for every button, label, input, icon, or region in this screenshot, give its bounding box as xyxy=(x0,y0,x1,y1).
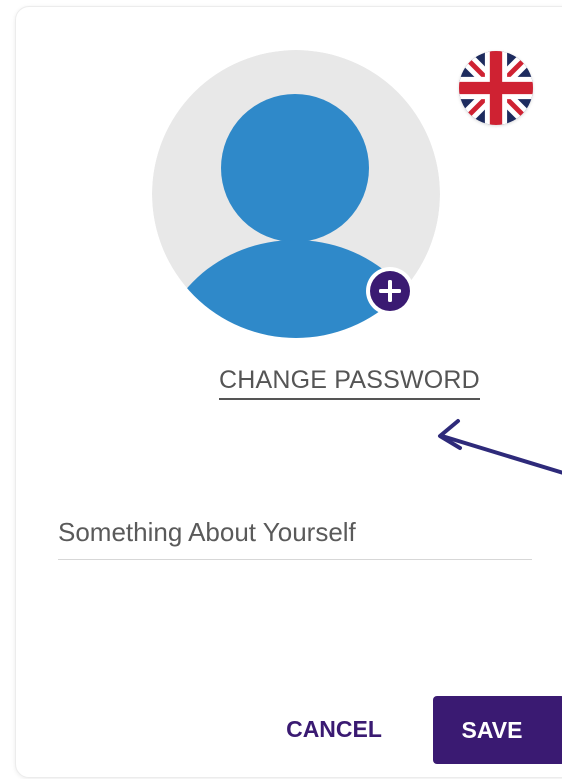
language-selector[interactable] xyxy=(459,51,533,125)
about-yourself-input[interactable] xyxy=(58,505,532,560)
plus-icon xyxy=(366,267,414,315)
cancel-button[interactable]: CANCEL xyxy=(266,696,402,762)
united-kingdom-flag-icon xyxy=(459,51,533,125)
save-button[interactable]: SAVE xyxy=(433,696,562,764)
change-password-link[interactable]: CHANGE PASSWORD xyxy=(219,364,480,400)
edit-profile-page: CHANGE PASSWORD CANCEL SAVE xyxy=(0,0,562,779)
add-photo-button[interactable] xyxy=(366,267,414,315)
